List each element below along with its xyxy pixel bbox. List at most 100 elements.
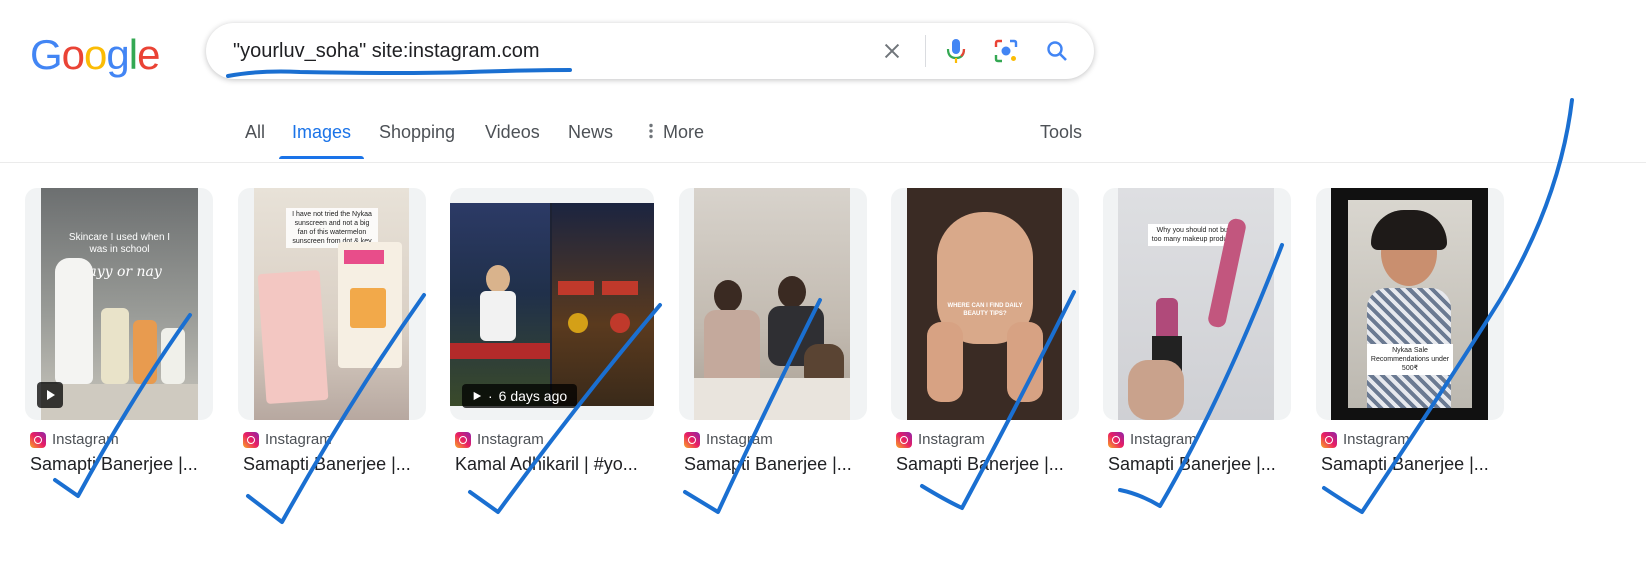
- badge-label: 6 days ago: [498, 388, 568, 404]
- hand: [1128, 360, 1184, 420]
- search-divider: [925, 35, 926, 67]
- tab-videos[interactable]: Videos: [485, 122, 540, 143]
- product-tube: [161, 328, 185, 384]
- result-title[interactable]: Samapti Banerjee |...: [30, 454, 220, 475]
- hand: [1007, 322, 1043, 402]
- result-source[interactable]: Instagram: [1321, 431, 1410, 448]
- source-label: Instagram: [918, 431, 985, 448]
- result-source[interactable]: Instagram: [455, 431, 544, 448]
- result-title[interactable]: Kamal Adhikaril | #yo...: [455, 454, 645, 475]
- result-title[interactable]: Samapti Banerjee |...: [1108, 454, 1298, 475]
- bench: [450, 343, 550, 359]
- result-thumbnail[interactable]: [694, 188, 850, 420]
- result-thumbnail-frame: · 6 days ago: [450, 188, 654, 420]
- rank-emblem: [568, 313, 588, 333]
- image-result[interactable]: Why you should not buy too many makeup p…: [1103, 188, 1291, 474]
- lens-icon[interactable]: [990, 35, 1022, 67]
- result-thumbnail[interactable]: [450, 203, 654, 406]
- product-bottle: [55, 258, 93, 384]
- rank-badge: [602, 281, 638, 295]
- video-duration-badge: · 6 days ago: [462, 384, 578, 408]
- result-thumbnail[interactable]: Skincare I used when I was in school Yay…: [41, 188, 198, 420]
- tab-all[interactable]: All: [245, 122, 265, 143]
- bed: [694, 378, 850, 420]
- product-box: [257, 269, 329, 405]
- game-panel: [552, 203, 654, 406]
- result-source[interactable]: Instagram: [684, 431, 773, 448]
- image-result[interactable]: Instagram Samapti Banerjee |...: [679, 188, 867, 474]
- rank-emblem: [610, 313, 630, 333]
- google-logo[interactable]: Google: [30, 30, 160, 80]
- tools-button[interactable]: Tools: [1040, 122, 1082, 143]
- image-result[interactable]: WHERE CAN I FIND DAILY BEAUTY TIPS? Inst…: [891, 188, 1079, 474]
- result-thumbnail[interactable]: WHERE CAN I FIND DAILY BEAUTY TIPS?: [907, 188, 1062, 420]
- instagram-icon: [243, 431, 259, 448]
- search-tabs: All Images Shopping Videos News More Too…: [0, 100, 1646, 163]
- product-tube: [133, 320, 157, 384]
- result-title[interactable]: Samapti Banerjee |...: [684, 454, 874, 475]
- search-icon[interactable]: [1041, 35, 1073, 67]
- result-thumbnail-frame: WHERE CAN I FIND DAILY BEAUTY TIPS?: [891, 188, 1079, 420]
- close-icon[interactable]: [876, 35, 908, 67]
- instagram-icon: [30, 431, 46, 448]
- instagram-icon: [455, 431, 471, 448]
- result-thumbnail[interactable]: Why you should not buy too many makeup p…: [1118, 188, 1274, 420]
- tab-images[interactable]: Images: [292, 122, 351, 143]
- lipstick: [1156, 298, 1178, 338]
- video-play-icon: [37, 382, 63, 408]
- instagram-icon: [896, 431, 912, 448]
- result-thumbnail-frame: I have not tried the Nykaa sunscreen and…: [238, 188, 426, 420]
- result-thumbnail-frame: Skincare I used when I was in school Yay…: [25, 188, 213, 420]
- search-box[interactable]: "yourluv_soha" site:instagram.com: [206, 23, 1094, 79]
- result-title[interactable]: Samapti Banerjee |...: [243, 454, 433, 475]
- result-title[interactable]: Samapti Banerjee |...: [896, 454, 1086, 475]
- source-label: Instagram: [1130, 431, 1197, 448]
- result-title[interactable]: Samapti Banerjee |...: [1321, 454, 1511, 475]
- thumbnail-caption: WHERE CAN I FIND DAILY BEAUTY TIPS?: [947, 303, 1023, 317]
- person: [480, 291, 516, 341]
- badge-separator: ·: [488, 388, 493, 404]
- logo-letter: G: [30, 31, 63, 78]
- instagram-icon: [684, 431, 700, 448]
- image-result[interactable]: Skincare I used when I was in school Yay…: [25, 188, 213, 474]
- image-result[interactable]: · 6 days ago Instagram Kamal Adhikaril |…: [450, 188, 654, 474]
- result-thumbnail-frame: Nykaa Sale Recommendations under 500₹: [1316, 188, 1504, 420]
- hand: [927, 322, 963, 402]
- source-label: Instagram: [477, 431, 544, 448]
- logo-letter: l: [128, 31, 138, 78]
- tab-news[interactable]: News: [568, 122, 613, 143]
- instagram-icon: [1108, 431, 1124, 448]
- result-source[interactable]: Instagram: [243, 431, 332, 448]
- image-result[interactable]: Nykaa Sale Recommendations under 500₹ In…: [1316, 188, 1504, 474]
- tab-more[interactable]: More: [648, 122, 704, 144]
- product-label: [350, 288, 386, 328]
- result-thumbnail[interactable]: Nykaa Sale Recommendations under 500₹: [1331, 188, 1488, 420]
- more-vert-icon: [648, 123, 658, 144]
- search-input[interactable]: "yourluv_soha" site:instagram.com: [233, 40, 540, 63]
- active-tab-indicator: [279, 156, 364, 159]
- result-source[interactable]: Instagram: [1108, 431, 1197, 448]
- result-source[interactable]: Instagram: [896, 431, 985, 448]
- logo-letter: g: [106, 31, 129, 78]
- person: [778, 276, 806, 308]
- logo-letter: o: [61, 31, 85, 78]
- source-label: Instagram: [52, 431, 119, 448]
- tab-shopping[interactable]: Shopping: [379, 122, 455, 143]
- result-thumbnail-frame: [679, 188, 867, 420]
- result-thumbnail-frame: Why you should not buy too many makeup p…: [1103, 188, 1291, 420]
- image-result[interactable]: I have not tried the Nykaa sunscreen and…: [238, 188, 426, 474]
- mic-icon[interactable]: [940, 35, 972, 67]
- source-label: Instagram: [1343, 431, 1410, 448]
- thumbnail-caption: Nykaa Sale Recommendations under 500₹: [1367, 344, 1453, 375]
- logo-letter: e: [137, 31, 160, 78]
- result-source[interactable]: Instagram: [30, 431, 119, 448]
- brand-label: [344, 250, 384, 264]
- product-tube: [101, 308, 129, 384]
- rank-badge: [558, 281, 594, 295]
- logo-letter: o: [84, 31, 107, 78]
- source-label: Instagram: [265, 431, 332, 448]
- shelf: [41, 384, 198, 420]
- person: [714, 280, 742, 312]
- result-thumbnail[interactable]: I have not tried the Nykaa sunscreen and…: [254, 188, 409, 420]
- source-label: Instagram: [706, 431, 773, 448]
